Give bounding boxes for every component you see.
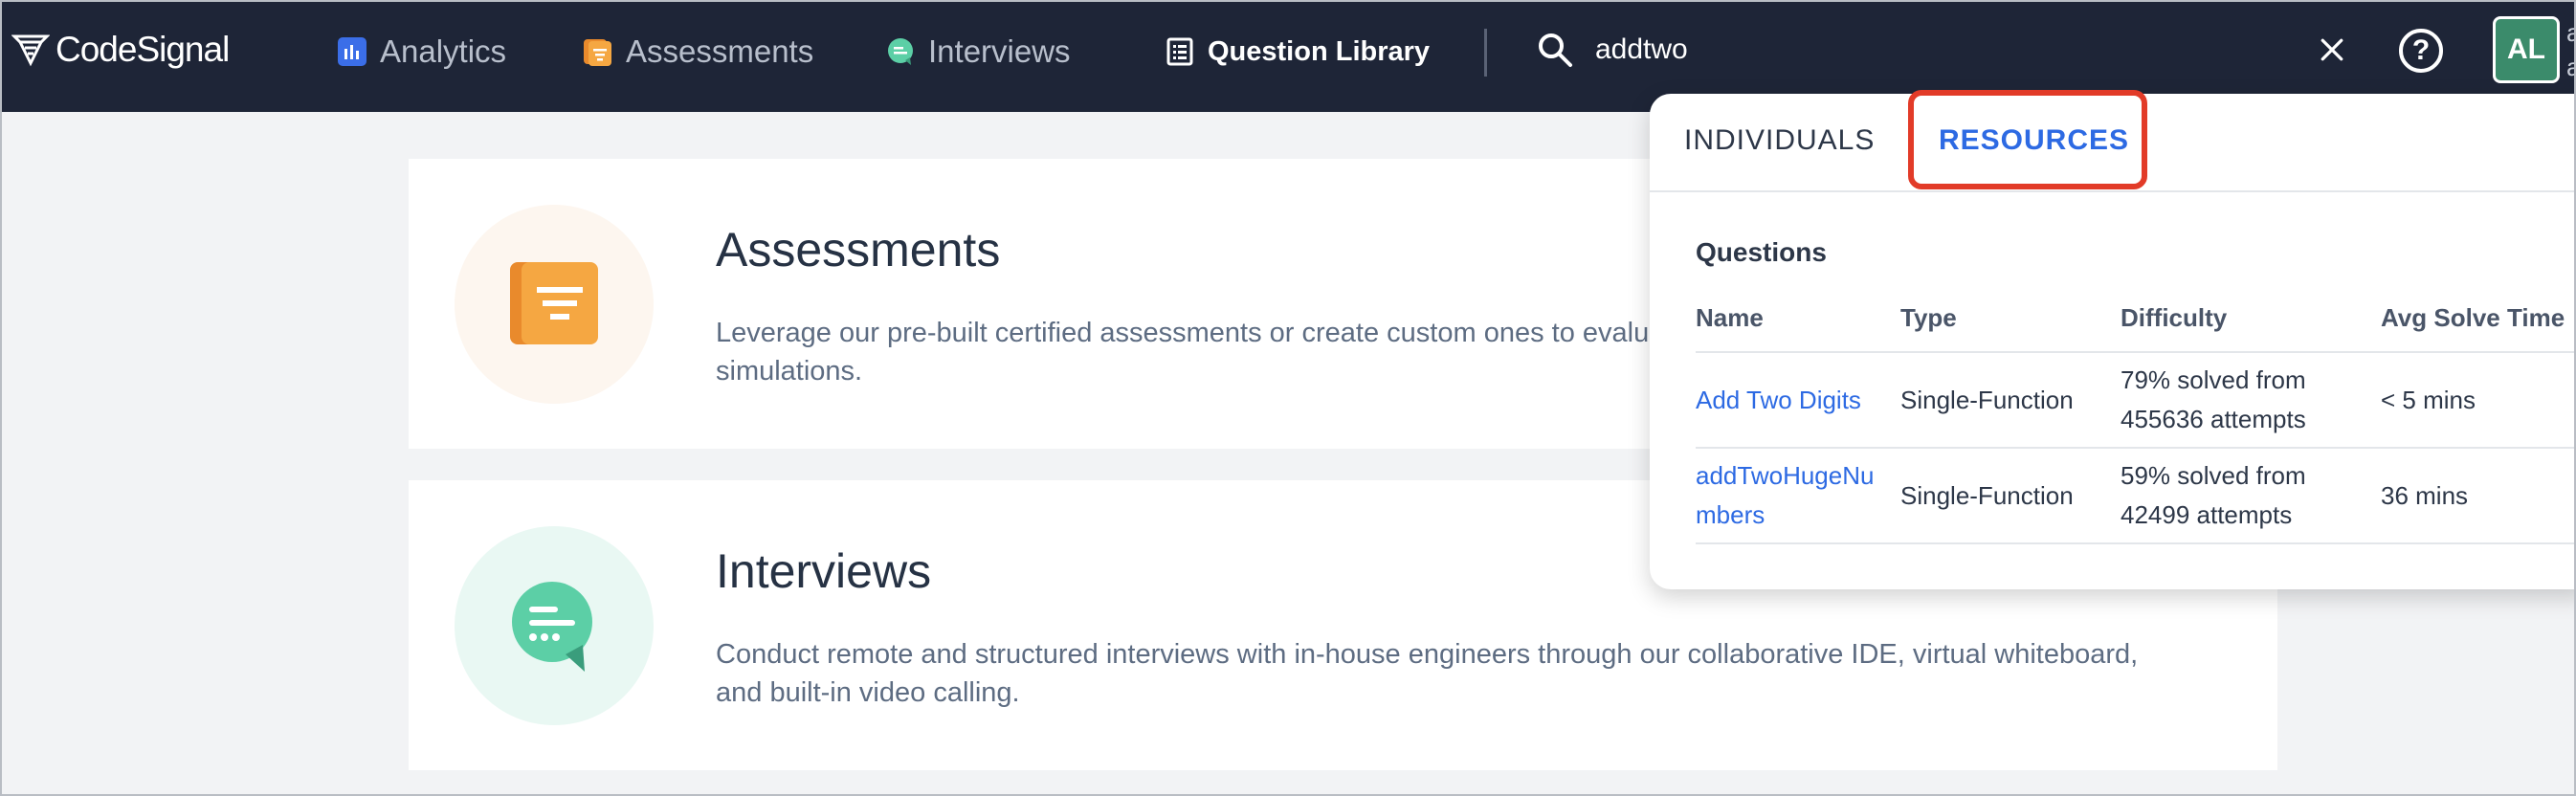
question-type-cell: Single-Function bbox=[1900, 351, 2121, 448]
question-avg-solve-time-cell: < 5 mins bbox=[2381, 351, 2574, 448]
question-link[interactable]: addTwoHugeNumbers bbox=[1696, 456, 1877, 535]
search-input[interactable] bbox=[1595, 33, 2265, 66]
interviews-chat-icon bbox=[512, 582, 592, 672]
avatar-initials: AL bbox=[2507, 33, 2545, 65]
clear-search-button[interactable] bbox=[2311, 29, 2353, 71]
nav-analytics[interactable]: Analytics bbox=[338, 31, 506, 73]
interviews-card-title: Interviews bbox=[716, 544, 932, 598]
nav-divider bbox=[1484, 29, 1487, 77]
codesignal-logo-icon bbox=[11, 34, 50, 67]
user-name-truncated: a a bbox=[2566, 15, 2574, 92]
difficulty-text: 59% solved from 42499 attempts bbox=[2121, 461, 2306, 529]
questions-results-table: Name Type Difficulty Avg Solve Time Add … bbox=[1696, 285, 2574, 544]
question-avg-solve-time-cell: 36 mins bbox=[2381, 447, 2574, 544]
interviews-card-icon-circle bbox=[455, 526, 654, 725]
codesignal-logo[interactable]: CodeSignal bbox=[11, 29, 230, 71]
assessments-card-icon-circle bbox=[455, 205, 654, 404]
table-row[interactable]: addTwoHugeNumbers Single-Function 59% so… bbox=[1696, 447, 2574, 544]
question-link[interactable]: Add Two Digits bbox=[1696, 381, 1877, 420]
analytics-icon bbox=[338, 37, 366, 66]
nav-interviews[interactable]: Interviews bbox=[886, 31, 1071, 73]
table-row[interactable]: Add Two Digits Single-Function 79% solve… bbox=[1696, 351, 2574, 448]
column-header-avg-solve-time: Avg Solve Time bbox=[2381, 303, 2565, 332]
nav-analytics-label: Analytics bbox=[380, 33, 507, 69]
difficulty-text: 79% solved from 455636 attempts bbox=[2121, 365, 2306, 433]
table-header-row: Name Type Difficulty Avg Solve Time bbox=[1696, 285, 2574, 352]
help-button[interactable]: ? bbox=[2399, 29, 2443, 73]
tab-resources[interactable]: RESOURCES bbox=[1939, 124, 2129, 157]
logo-text: CodeSignal bbox=[56, 30, 230, 69]
question-name-cell: addTwoHugeNumbers bbox=[1696, 447, 1900, 544]
nav-question-library[interactable]: Question Library bbox=[1166, 31, 1430, 73]
search-results-tabs: INDIVIDUALS RESOURCES bbox=[1650, 90, 2574, 192]
help-icon: ? bbox=[2411, 34, 2431, 66]
question-library-icon bbox=[1166, 37, 1194, 66]
interviews-icon bbox=[886, 37, 915, 66]
interviews-card-description: Conduct remote and structured interviews… bbox=[716, 639, 2139, 708]
nav-interviews-label: Interviews bbox=[928, 33, 1071, 69]
search-results-dropdown: INDIVIDUALS RESOURCES Questions Name Typ… bbox=[1650, 90, 2574, 589]
column-header-name: Name bbox=[1696, 303, 1764, 332]
app-window: CodeSignal Analytics Assessments Intervi… bbox=[0, 0, 2576, 796]
nav-assessments[interactable]: Assessments bbox=[584, 31, 813, 73]
nav-question-library-label: Question Library bbox=[1208, 35, 1431, 67]
question-difficulty-cell: 59% solved from 42499 attempts bbox=[2121, 447, 2381, 544]
tab-individuals[interactable]: INDIVIDUALS bbox=[1684, 124, 1875, 157]
column-header-difficulty: Difficulty bbox=[2121, 303, 2228, 332]
questions-section-title: Questions bbox=[1696, 237, 1827, 267]
assessments-card-title: Assessments bbox=[716, 223, 1001, 276]
nav-assessments-label: Assessments bbox=[626, 33, 814, 69]
user-avatar[interactable]: AL bbox=[2493, 16, 2560, 83]
assessments-icon bbox=[584, 37, 612, 66]
assessments-document-icon bbox=[510, 262, 598, 344]
question-name-cell: Add Two Digits bbox=[1696, 351, 1900, 448]
search-icon bbox=[1539, 33, 1572, 67]
question-type-cell: Single-Function bbox=[1900, 447, 2121, 544]
column-header-type: Type bbox=[1900, 303, 1957, 332]
global-search[interactable] bbox=[1536, 29, 2265, 71]
close-icon bbox=[2321, 38, 2343, 61]
question-difficulty-cell: 79% solved from 455636 attempts bbox=[2121, 351, 2381, 448]
